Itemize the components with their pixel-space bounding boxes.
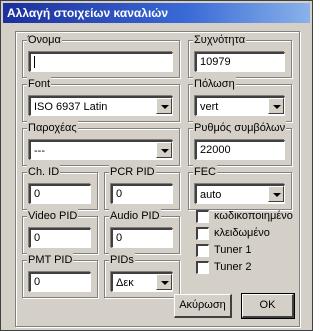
symbol-rate-input[interactable]: 22000 — [195, 140, 285, 160]
checkbox-square[interactable] — [196, 210, 209, 223]
video-pid-group: Video PID 0 — [22, 209, 98, 254]
checkbox-square[interactable] — [196, 261, 209, 274]
frequency-group: Συχνότητα 10979 — [188, 33, 292, 78]
name-input[interactable] — [29, 52, 173, 72]
font-select-value: ISO 6937 Latin — [34, 101, 108, 113]
window-title: Αλλαγή στοιχείων καναλιών — [3, 3, 310, 23]
ch-id-group: Ch. ID 0 — [22, 165, 98, 210]
pids-label: PIDs — [109, 253, 135, 267]
polarization-group: Πόλωση vert — [188, 77, 292, 122]
pids-select-value: Δεκ — [116, 277, 134, 289]
fec-group: FEC auto — [188, 165, 292, 210]
pmt-pid-input[interactable]: 0 — [29, 272, 91, 292]
name-label: Όνομα — [27, 33, 62, 47]
checkbox-encrypted[interactable]: κωδικοποιημένο — [196, 210, 320, 224]
checkbox-square[interactable] — [196, 244, 209, 257]
chevron-down-icon[interactable] — [156, 142, 172, 158]
checkbox-label: Tuner 2 — [214, 261, 252, 273]
ok-button[interactable]: OK — [241, 293, 295, 319]
fec-select[interactable]: auto — [195, 184, 285, 204]
name-group: Όνομα — [22, 33, 180, 78]
polarization-select[interactable]: vert — [195, 96, 285, 116]
chevron-down-icon[interactable] — [156, 98, 172, 114]
fec-select-value: auto — [200, 189, 222, 201]
options-checklist: κωδικοποιημένο κλειδωμένο Tuner 1 Tuner … — [196, 210, 296, 280]
pmt-pid-group: PMT PID 0 — [22, 253, 98, 298]
checkbox-label: κλειδωμένο — [214, 227, 270, 239]
video-pid-input[interactable]: 0 — [29, 228, 91, 248]
fec-label: FEC — [193, 165, 217, 179]
pcr-pid-label: PCR PID — [109, 165, 156, 179]
pids-select[interactable]: Δεκ — [111, 272, 173, 292]
checkbox-label: Tuner 1 — [214, 244, 252, 256]
audio-pid-group: Audio PID 0 — [104, 209, 180, 254]
checkbox-square[interactable] — [196, 227, 209, 240]
checkbox-tuner-1[interactable]: Tuner 1 — [196, 244, 320, 258]
video-pid-label: Video PID — [27, 209, 79, 223]
pcr-pid-group: PCR PID 0 — [104, 165, 180, 210]
frequency-input[interactable]: 10979 — [195, 52, 285, 72]
font-group: Font ISO 6937 Latin — [22, 77, 180, 122]
provider-group: Παροχέας --- — [22, 121, 180, 166]
chevron-down-icon[interactable] — [268, 98, 284, 114]
provider-select-value: --- — [34, 145, 45, 157]
audio-pid-input[interactable]: 0 — [111, 228, 173, 248]
symbol-rate-label: Ρυθμός συμβόλων — [193, 121, 287, 135]
audio-pid-label: Audio PID — [109, 209, 161, 223]
polarization-label: Πόλωση — [193, 77, 236, 91]
dialog-window: Αλλαγή στοιχείων καναλιών Όνομα Συχνότητ… — [0, 0, 313, 331]
font-label: Font — [27, 77, 52, 91]
content-frame: Όνομα Συχνότητα 10979 Font ISO 6937 Lati… — [15, 31, 300, 327]
checkbox-label: κωδικοποιημένο — [214, 210, 293, 222]
polarization-select-value: vert — [200, 101, 219, 113]
pids-group: PIDs Δεκ — [104, 253, 180, 298]
checkbox-locked[interactable]: κλειδωμένο — [196, 227, 320, 241]
chevron-down-icon[interactable] — [268, 186, 284, 202]
ch-id-label: Ch. ID — [27, 165, 61, 179]
ch-id-input[interactable]: 0 — [29, 184, 91, 204]
pmt-pid-label: PMT PID — [27, 253, 74, 267]
frequency-label: Συχνότητα — [193, 33, 247, 47]
provider-label: Παροχέας — [27, 121, 78, 135]
checkbox-tuner-2[interactable]: Tuner 2 — [196, 261, 320, 275]
chevron-down-icon[interactable] — [156, 274, 172, 290]
font-select[interactable]: ISO 6937 Latin — [29, 96, 173, 116]
text-caret — [34, 56, 35, 69]
symbol-rate-group: Ρυθμός συμβόλων 22000 — [188, 121, 292, 166]
cancel-button[interactable]: Ακύρωση — [174, 294, 232, 318]
pcr-pid-input[interactable]: 0 — [111, 184, 173, 204]
provider-select[interactable]: --- — [29, 140, 173, 160]
